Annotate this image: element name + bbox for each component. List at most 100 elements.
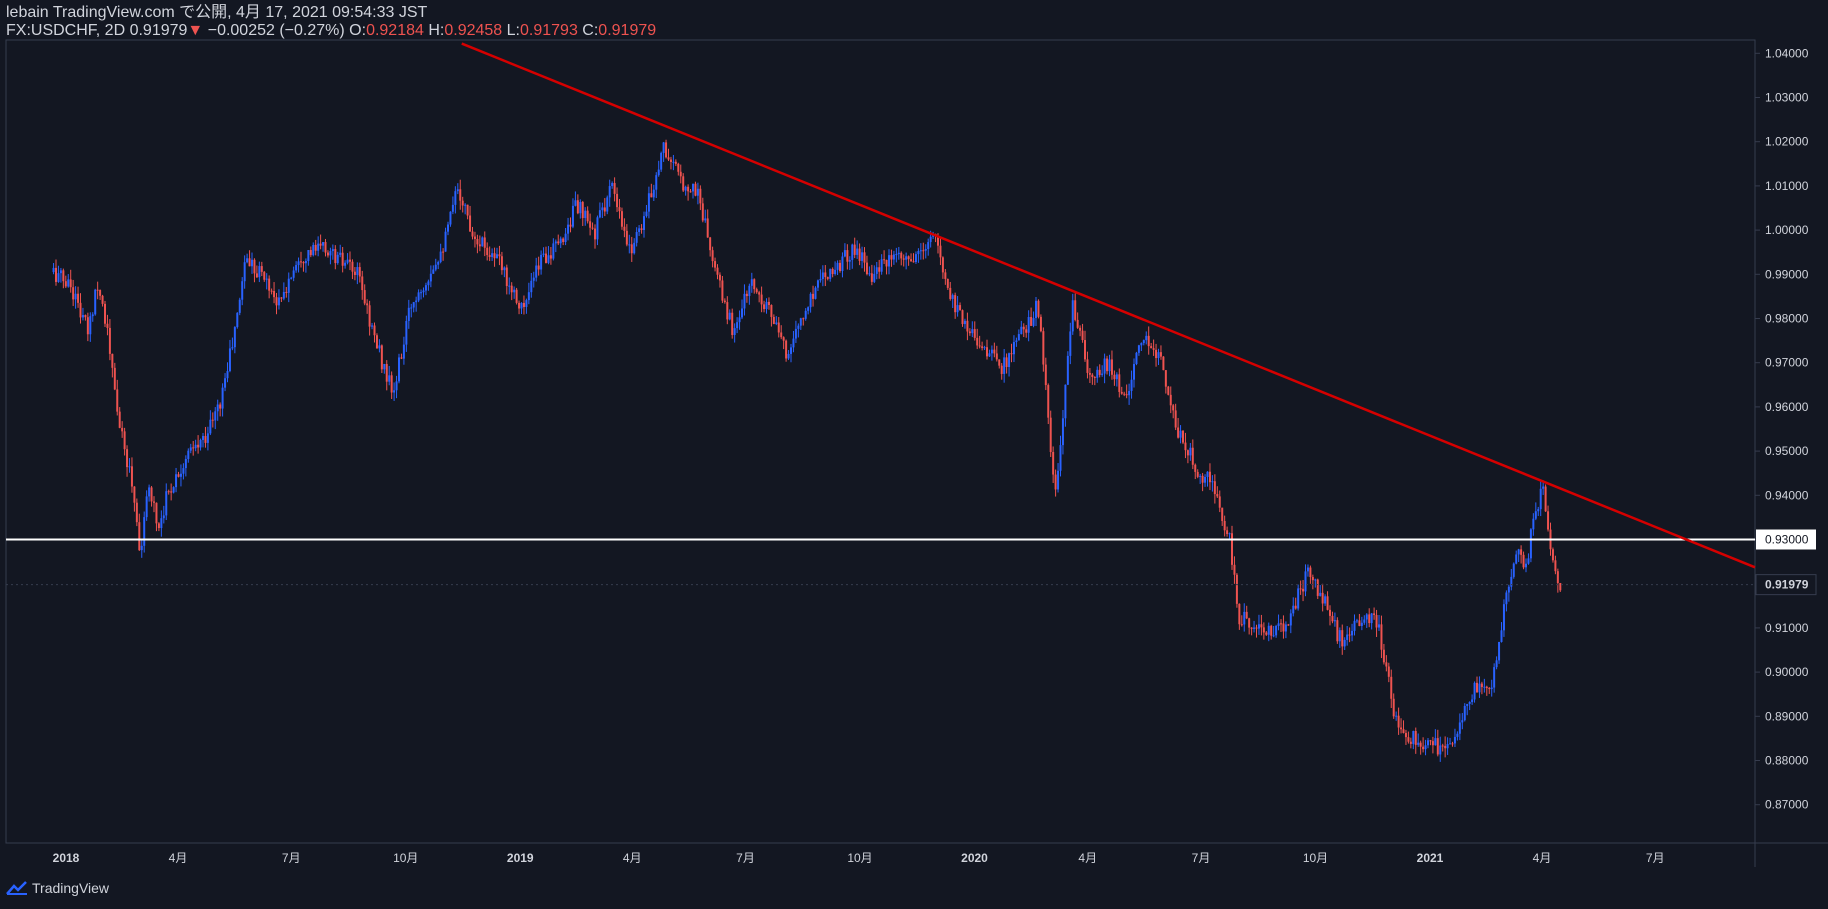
- candle-body: [1331, 615, 1334, 622]
- candle-body: [1304, 571, 1307, 592]
- candle-body: [1417, 742, 1420, 745]
- candle-body: [444, 231, 447, 252]
- candle-body: [542, 253, 545, 255]
- candle-body: [682, 176, 685, 191]
- candle-body: [398, 357, 401, 382]
- candle-body: [780, 332, 783, 338]
- candle-body: [1248, 618, 1251, 628]
- candle-body: [1091, 374, 1094, 378]
- candle-body: [545, 253, 548, 263]
- candle-body: [1182, 430, 1185, 443]
- candle-body: [451, 204, 454, 212]
- candle-body: [1106, 358, 1109, 372]
- candle-body: [106, 323, 109, 328]
- candle-body: [192, 447, 195, 449]
- candle-body: [368, 305, 371, 327]
- candle-body: [371, 325, 374, 327]
- candle-body: [295, 265, 298, 271]
- candle-body: [733, 328, 736, 335]
- candle-body: [616, 193, 619, 208]
- candle-body: [1218, 496, 1221, 508]
- candle-body: [1164, 370, 1167, 387]
- candle-body: [309, 250, 312, 256]
- candle-body: [498, 254, 501, 257]
- drawings-layer[interactable]: 0.93000 0.91979: [6, 42, 1817, 596]
- candle-body: [689, 191, 692, 193]
- candle-body: [334, 249, 337, 264]
- candle-body: [1025, 329, 1028, 333]
- candle-body: [1299, 588, 1302, 590]
- candle-body: [1196, 471, 1199, 477]
- candle-body: [662, 142, 665, 153]
- candle-body: [285, 291, 288, 293]
- plot-frame: [5, 39, 1756, 844]
- candle-body: [121, 427, 124, 432]
- candle-body: [260, 266, 263, 272]
- candle-body: [1243, 611, 1246, 625]
- price-chart[interactable]: 1.04000 1.03000 1.02000 1.01000 1.00000 0.990…: [0, 0, 1828, 909]
- candle-body: [520, 302, 523, 309]
- candle-body: [743, 293, 746, 309]
- candle-body: [1260, 624, 1263, 628]
- candle-body: [826, 277, 829, 279]
- candle-body: [434, 264, 437, 270]
- candle-body: [1076, 319, 1079, 328]
- candle-body: [1341, 630, 1344, 647]
- candle-body: [594, 228, 597, 240]
- candle-body: [983, 347, 986, 349]
- candle-body: [162, 515, 165, 519]
- candle-body: [1326, 596, 1329, 610]
- x-tick-label: 2018: [53, 851, 80, 865]
- candle-body: [777, 322, 780, 333]
- candle-body: [1534, 511, 1537, 519]
- candle-body: [1211, 481, 1214, 483]
- candle-body: [861, 252, 864, 261]
- candle-body: [907, 256, 910, 260]
- candle-body: [865, 262, 868, 275]
- candle-body: [1483, 686, 1486, 688]
- candle-body: [809, 293, 812, 308]
- candle-body: [297, 261, 300, 266]
- candle-body: [917, 251, 920, 255]
- candle-body: [821, 272, 824, 280]
- tradingview-logo[interactable]: TradingView: [6, 880, 109, 896]
- candle-body: [841, 256, 844, 272]
- candle-body: [1358, 620, 1361, 626]
- candle-body: [824, 272, 827, 278]
- candle-body: [179, 473, 182, 477]
- candle-body: [111, 353, 114, 368]
- y-tick-label: 0.99000: [1765, 267, 1809, 281]
- candle-body: [344, 262, 347, 266]
- candle-body: [772, 316, 775, 324]
- candle-body: [562, 238, 565, 243]
- candle-body: [956, 305, 959, 313]
- candle-body: [532, 277, 535, 281]
- candle-body: [1449, 743, 1452, 745]
- candle-body: [378, 345, 381, 349]
- candle-body: [104, 303, 107, 324]
- candle-body: [576, 200, 579, 214]
- candle-body: [753, 279, 756, 290]
- candle-body: [197, 444, 200, 448]
- candle-body: [356, 267, 359, 275]
- candle-body: [1485, 686, 1488, 689]
- candle-body: [726, 302, 729, 320]
- candle-body: [554, 241, 557, 244]
- candle-body: [312, 244, 315, 256]
- candle-body: [199, 439, 202, 448]
- candle-body: [1108, 359, 1111, 372]
- candle-body: [236, 312, 239, 328]
- candle-body: [1054, 474, 1057, 490]
- candle-body: [1000, 365, 1003, 374]
- candle-body: [527, 292, 530, 301]
- candle-body: [1451, 743, 1454, 745]
- candle-body: [1520, 549, 1523, 555]
- x-tick-label: 2019: [507, 851, 534, 865]
- candle-body: [1223, 520, 1226, 531]
- candle-body: [113, 367, 116, 390]
- candle-body: [133, 486, 136, 503]
- candle-body: [383, 363, 386, 370]
- candle-body: [1103, 358, 1106, 374]
- x-tick-label: 4月: [623, 851, 642, 865]
- candle-body: [69, 279, 72, 288]
